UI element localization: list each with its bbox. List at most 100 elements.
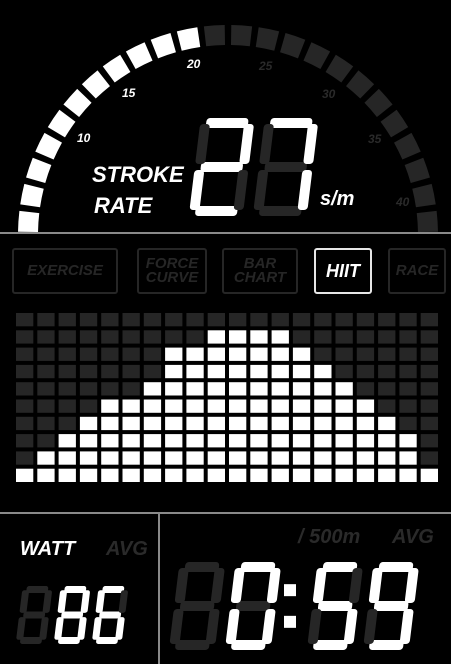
bar-cell-off <box>101 382 119 396</box>
mode-race-button[interactable]: RACE <box>388 248 446 294</box>
gauge-segment <box>18 210 40 232</box>
bar-cell-off <box>16 364 34 379</box>
bar-cell-lit <box>335 399 353 413</box>
mode-hiit-button[interactable]: HIIT <box>314 248 372 294</box>
mode-bar-chart-label-2: CHART <box>233 269 287 286</box>
bar-cell-off <box>143 330 162 344</box>
bar-cell-lit <box>101 451 119 465</box>
tick-40: 40 <box>396 195 410 209</box>
bar-cell-lit <box>229 364 247 379</box>
bar-cell-lit <box>229 347 247 361</box>
bar-cell-off <box>37 434 55 448</box>
bar-cell-lit <box>292 451 311 465</box>
bar-cell-lit <box>420 468 438 482</box>
bar-cell-lit <box>271 468 289 482</box>
mode-exercise-button[interactable]: EXERCISE <box>12 248 118 294</box>
bar-cell-lit <box>165 399 183 413</box>
bar-cell-lit <box>314 364 332 379</box>
mode-force-curve-button[interactable]: FORCE CURVE <box>137 248 207 294</box>
gauge-segment <box>150 33 176 59</box>
bar-cell-lit <box>335 416 353 431</box>
bar-cell-off <box>356 382 375 396</box>
bar-cell-off <box>292 330 311 344</box>
bar-cell-off <box>207 313 225 327</box>
bar-cell-lit <box>292 347 311 361</box>
bar-cell-off <box>37 330 55 344</box>
gauge-segment <box>176 27 201 51</box>
digit <box>307 562 363 650</box>
bar-cell-lit <box>229 382 247 396</box>
bar-cell-lit <box>356 434 375 448</box>
bar-cell-off <box>399 399 417 413</box>
bar-cell-lit <box>335 434 353 448</box>
bar-cell-lit <box>292 399 311 413</box>
bar-cell-lit <box>165 451 183 465</box>
tick-30: 30 <box>322 87 336 101</box>
bar-cell-lit <box>143 468 162 482</box>
digit <box>189 118 254 216</box>
bar-cell-lit <box>378 434 396 448</box>
bar-cell-lit <box>207 468 225 482</box>
watt-panel: WATT AVG <box>0 514 158 664</box>
bar-cell-lit <box>122 399 140 413</box>
colon-dot <box>284 584 296 597</box>
bar-cell-lit <box>292 364 311 379</box>
bar-cell-lit <box>207 451 225 465</box>
bar-cell-off <box>335 364 353 379</box>
bar-cell-off <box>58 399 76 413</box>
top-divider <box>0 232 451 234</box>
mode-force-curve-label-2: CURVE <box>145 269 199 286</box>
gauge-segment <box>412 183 436 208</box>
gauge-segment <box>380 109 409 138</box>
bar-cell-lit <box>250 416 268 431</box>
tick-10: 10 <box>77 131 91 145</box>
bar-cell-off <box>79 330 98 344</box>
bar-cell-lit <box>314 399 332 413</box>
bar-cell-lit <box>58 451 76 465</box>
bar-cell-off <box>37 399 55 413</box>
pace-unit-label: / 500m <box>298 526 361 548</box>
watt-value <box>16 586 128 644</box>
bar-cell-off <box>399 382 417 396</box>
bar-cell-lit <box>143 451 162 465</box>
bar-cell-lit <box>207 347 225 361</box>
bar-cell-lit <box>101 434 119 448</box>
bar-cell-off <box>420 313 438 327</box>
bar-cell-off <box>79 364 98 379</box>
bar-cell-lit <box>314 468 332 482</box>
bar-cell-lit <box>292 468 311 482</box>
bar-cell-lit <box>37 451 55 465</box>
bar-cell-lit <box>207 330 225 344</box>
bar-cell-lit <box>143 399 162 413</box>
gauge-segment <box>416 210 438 232</box>
bar-cell-off <box>314 347 332 361</box>
bar-cell-off <box>101 364 119 379</box>
bar-cell-lit <box>250 364 268 379</box>
bar-cell-lit <box>378 451 396 465</box>
bar-cell-lit <box>229 468 247 482</box>
bar-cell-off <box>356 364 375 379</box>
bar-cell-off <box>79 313 98 327</box>
bar-cell-lit <box>335 468 353 482</box>
bar-cell-lit <box>356 451 375 465</box>
bar-cell-off <box>335 347 353 361</box>
gauge-segment <box>303 42 331 69</box>
gauge-segment <box>255 27 280 51</box>
bar-cell-lit <box>399 468 417 482</box>
bar-cell-lit <box>186 468 204 482</box>
mode-bar-chart-button[interactable]: BAR CHART <box>222 248 298 294</box>
bar-cell-lit <box>250 330 268 344</box>
bar-cell-off <box>420 399 438 413</box>
bar-cell-lit <box>165 364 183 379</box>
bar-cell-lit <box>399 434 417 448</box>
bar-cell-lit <box>101 399 119 413</box>
digit <box>92 586 128 644</box>
bar-cell-lit <box>79 416 98 431</box>
stroke-rate-value <box>189 118 318 216</box>
bar-cell-lit <box>165 347 183 361</box>
bar-cell-off <box>314 330 332 344</box>
bar-cell-off <box>165 330 183 344</box>
bar-cell-off <box>37 364 55 379</box>
bar-cell-lit <box>58 434 76 448</box>
bar-cell-lit <box>207 364 225 379</box>
